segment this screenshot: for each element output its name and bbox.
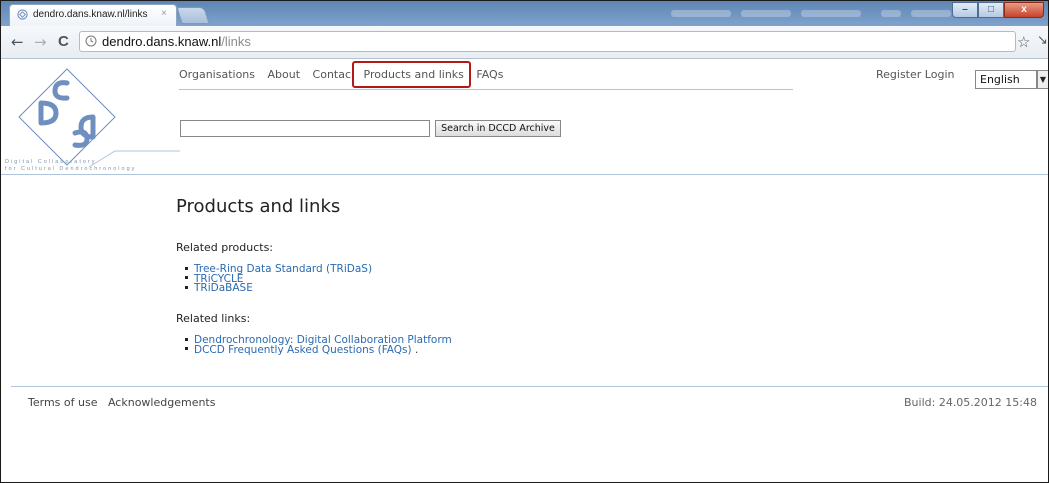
- list-item: TRiDaBASE: [185, 282, 372, 294]
- back-button[interactable]: ←: [11, 33, 24, 51]
- related-products-label: Related products:: [176, 241, 274, 254]
- site-favicon-icon: [17, 9, 28, 20]
- nav-item-organisations[interactable]: Organisations: [179, 68, 255, 81]
- list-item: DCCD Frequently Asked Questions (FAQs) .: [185, 343, 452, 356]
- related-links-label: Related links:: [176, 312, 251, 325]
- browser-window: dendro.dans.knaw.nl/links × – □ x ← → C …: [0, 0, 1049, 483]
- tab-bar: dendro.dans.knaw.nl/links × – □ x: [1, 1, 1048, 26]
- toolbar: ← → C dendro.dans.knaw.nl/links ☆ ↘: [1, 26, 1048, 59]
- address-bar[interactable]: dendro.dans.knaw.nl/links: [79, 31, 1016, 52]
- link-dccd-faqs[interactable]: DCCD Frequently Asked Questions (FAQs): [194, 344, 412, 356]
- forward-button[interactable]: →: [34, 33, 47, 51]
- blurred-tab: [881, 10, 901, 17]
- wrench-menu-icon[interactable]: ↘: [1037, 33, 1048, 48]
- chevron-down-icon[interactable]: ▼: [1037, 70, 1048, 89]
- logo-caption-line1: Digital Collaboratory: [5, 159, 97, 165]
- list-suffix: .: [411, 343, 419, 356]
- language-select[interactable]: English: [975, 70, 1037, 89]
- logo-caption-line2: for Cultural Dendrochronology: [5, 166, 137, 172]
- maximize-button[interactable]: □: [978, 2, 1004, 18]
- login-link[interactable]: Login: [925, 68, 955, 81]
- minimize-button[interactable]: –: [952, 2, 978, 18]
- archive-search-input[interactable]: [180, 120, 430, 137]
- page-title: Products and links: [176, 196, 341, 217]
- tab-close-icon[interactable]: ×: [161, 8, 167, 19]
- browser-tab[interactable]: dendro.dans.knaw.nl/links ×: [9, 4, 177, 26]
- search-archive-button[interactable]: Search in DCCD Archive: [435, 120, 561, 137]
- nav-item-faqs[interactable]: FAQs: [476, 68, 503, 81]
- header-divider: [1, 174, 1048, 175]
- nav-item-about[interactable]: About: [268, 68, 301, 81]
- blurred-tab: [801, 10, 861, 17]
- page-content: Digital Collaboratory for Cultural Dendr…: [1, 59, 1048, 482]
- related-products-list: Tree-Ring Data Standard (TRiDaS) TRiCYCL…: [185, 264, 372, 294]
- close-window-button[interactable]: x: [1004, 2, 1044, 18]
- reload-button[interactable]: C: [58, 33, 69, 50]
- bookmark-star-icon[interactable]: ☆: [1017, 33, 1030, 51]
- footer-nav: Terms of use Acknowledgements: [28, 396, 222, 409]
- blurred-tab: [911, 10, 951, 17]
- blurred-tab: [671, 10, 731, 17]
- highlight-annotation: [352, 61, 471, 88]
- blurred-tab: [741, 10, 791, 17]
- url-path: /links: [221, 34, 251, 49]
- tab-title: dendro.dans.knaw.nl/links: [33, 9, 148, 20]
- url-host: dendro.dans.knaw.nl: [102, 34, 222, 49]
- build-info: Build: 24.05.2012 15:48: [904, 396, 1037, 409]
- new-tab-button[interactable]: [176, 7, 210, 24]
- window-controls: – □ x: [952, 2, 1044, 19]
- account-nav: Register Login: [876, 68, 954, 81]
- register-link[interactable]: Register: [876, 68, 921, 81]
- url-text: dendro.dans.knaw.nl/links: [102, 34, 251, 49]
- link-tridabase[interactable]: TRiDaBASE: [194, 282, 253, 294]
- nav-divider: [179, 89, 793, 90]
- acknowledgements-link[interactable]: Acknowledgements: [108, 396, 216, 409]
- terms-of-use-link[interactable]: Terms of use: [28, 396, 97, 409]
- nav-item-contact[interactable]: Contac: [313, 68, 351, 81]
- related-links-list: Dendrochronology: Digital Collaboration …: [185, 335, 452, 356]
- footer-divider: [11, 386, 1048, 387]
- page-icon: [85, 35, 97, 47]
